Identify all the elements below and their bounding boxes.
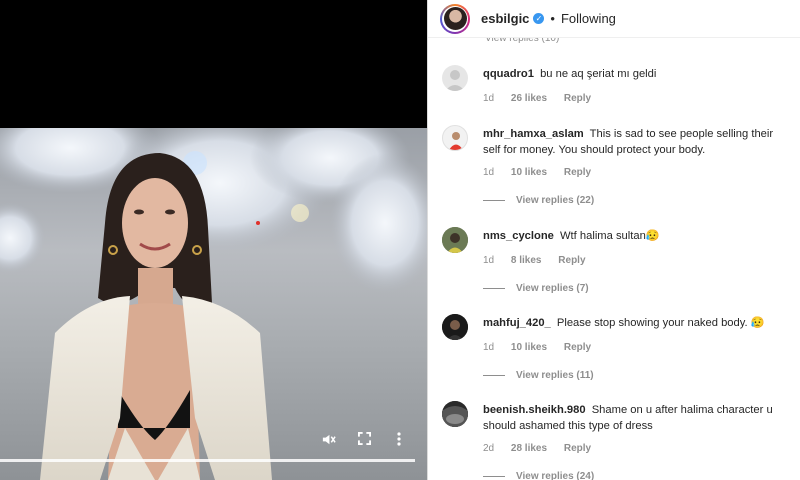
comment-likes[interactable]: 10 likes — [511, 167, 547, 178]
comment-username[interactable]: nms_cyclone — [483, 230, 554, 242]
comment-likes[interactable]: 10 likes — [511, 342, 547, 353]
reply-button[interactable]: Reply — [558, 255, 585, 266]
commenter-avatar[interactable] — [442, 401, 468, 427]
comment-text-block: nms_cyclone Wtf halima sultan😥 — [483, 228, 793, 244]
volume-mute-icon — [322, 434, 336, 445]
comments-panel: esbilgic ✓ • Following View replies (10)… — [427, 0, 800, 480]
comment-age: 2d — [483, 443, 495, 454]
commenter-photo — [442, 314, 468, 340]
comment-text-block: qquadro1 bu ne aq şeriat mı geldi — [483, 66, 793, 82]
comment-meta: 1d 26 likes Reply — [483, 93, 605, 104]
fullscreen-button[interactable] — [358, 432, 380, 454]
comment-age: 1d — [483, 93, 495, 104]
video-player[interactable] — [0, 128, 427, 480]
commenter-photo — [449, 132, 463, 150]
video-controls — [0, 432, 427, 462]
more-options-button[interactable] — [397, 432, 419, 454]
more-vertical-icon — [397, 432, 401, 446]
view-replies-label: View replies (24) — [516, 471, 595, 480]
comment-likes[interactable]: 26 likes — [511, 93, 547, 104]
comment-meta: 2d 28 likes Reply — [483, 443, 605, 454]
replies-divider-line — [483, 288, 505, 289]
view-replies-label: View replies (22) — [516, 195, 595, 206]
verified-badge-icon: ✓ — [533, 13, 545, 24]
header-separator: • — [550, 11, 555, 26]
comment-username[interactable]: beenish.sheikh.980 — [483, 404, 586, 416]
replies-divider-line — [483, 375, 505, 376]
post-header: esbilgic ✓ • Following — [428, 0, 800, 38]
following-button[interactable]: Following — [561, 11, 616, 26]
comment-likes[interactable]: 8 likes — [511, 255, 542, 266]
reply-button[interactable]: Reply — [564, 93, 591, 104]
view-replies-link[interactable]: View replies (22) — [483, 195, 594, 206]
comment-meta: 1d 10 likes Reply — [483, 167, 605, 178]
view-replies-label: View replies (11) — [516, 370, 594, 381]
comment-text-block: mahfuj_420_ Please stop showing your nak… — [483, 315, 793, 331]
comment-meta: 1d 10 likes Reply — [483, 342, 605, 353]
video-progress-bar[interactable] — [0, 459, 415, 462]
comment-text-block: beenish.sheikh.980 Shame on u after hali… — [483, 402, 793, 434]
commenter-avatar[interactable] — [442, 314, 468, 340]
view-replies-link[interactable]: View replies (11) — [483, 370, 594, 381]
video-frame-image — [0, 128, 427, 480]
comment-username[interactable]: qquadro1 — [483, 68, 534, 80]
view-replies-label: View replies (7) — [516, 283, 589, 294]
comment-username[interactable]: mahfuj_420_ — [483, 317, 551, 329]
comment-likes[interactable]: 28 likes — [511, 443, 547, 454]
author-username[interactable]: esbilgic — [481, 11, 529, 26]
fullscreen-icon — [358, 432, 371, 445]
view-replies-link[interactable]: View replies (24) — [483, 471, 594, 480]
replies-divider-line — [483, 476, 505, 477]
comment-text: Please stop showing your naked body. 😥 — [556, 317, 765, 329]
comment-username[interactable]: mhr_hamxa_aslam — [483, 128, 584, 140]
author-avatar[interactable] — [440, 3, 470, 34]
commenter-photo — [442, 401, 468, 427]
comment-text: Wtf halima sultan😥 — [560, 230, 660, 242]
reply-button[interactable]: Reply — [564, 167, 591, 178]
comment-text: bu ne aq şeriat mı geldi — [540, 68, 657, 80]
reply-button[interactable]: Reply — [564, 443, 591, 454]
reply-button[interactable]: Reply — [564, 342, 591, 353]
comment-meta: 1d 8 likes Reply — [483, 255, 600, 266]
video-panel — [0, 0, 427, 480]
default-avatar-icon — [445, 70, 465, 91]
commenter-avatar[interactable] — [442, 65, 468, 91]
view-replies-link[interactable]: View replies (7) — [483, 283, 589, 294]
comment-age: 1d — [483, 342, 495, 353]
mute-button[interactable] — [321, 432, 343, 454]
instagram-post-viewer: esbilgic ✓ • Following View replies (10)… — [0, 0, 800, 480]
author-avatar-photo — [443, 7, 467, 30]
commenter-avatar[interactable] — [442, 125, 468, 151]
commenter-photo — [442, 227, 468, 253]
comment-text-block: mhr_hamxa_aslam This is sad to see peopl… — [483, 126, 793, 158]
comment-age: 1d — [483, 167, 495, 178]
comment-age: 1d — [483, 255, 495, 266]
commenter-avatar[interactable] — [442, 227, 468, 253]
replies-divider-line — [483, 200, 505, 201]
